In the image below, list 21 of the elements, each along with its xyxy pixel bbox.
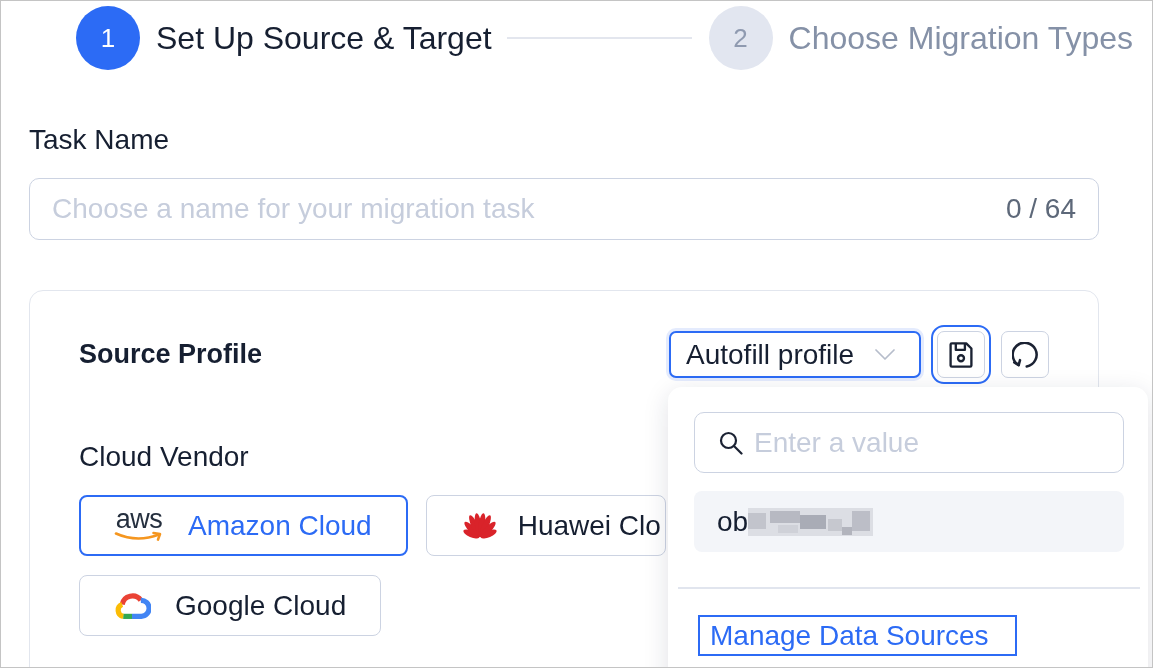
field-label: Cloud Vendor [79, 440, 249, 474]
search-input[interactable]: Enter a value [694, 412, 1124, 473]
step-indicator: 1 [76, 6, 140, 70]
autofill-profile-select[interactable]: Autofill profile [669, 331, 921, 378]
refresh-button[interactable] [1001, 331, 1049, 378]
section-title: Source Profile [79, 339, 263, 370]
vendor-option[interactable]: aws Amazon Cloud [79, 495, 408, 556]
step-label: Set Up Source & Target [156, 19, 492, 57]
vendor-option[interactable]: Huawei Clo [425, 495, 666, 556]
field-label: Task Name [29, 123, 170, 157]
circular-arrow-icon [1012, 341, 1038, 368]
search-icon [719, 430, 743, 455]
manage-data-sources-link[interactable]: Manage Data Sources [698, 614, 1017, 656]
step-label: Choose Migration Types [788, 19, 1134, 57]
chevron-down-icon [875, 349, 895, 360]
cloud-icon [113, 591, 151, 620]
character-counter: 0 / 64 [1005, 192, 1076, 226]
profile-option[interactable]: ob [694, 491, 1124, 552]
vendor-option[interactable]: Google Cloud [79, 575, 382, 636]
vendor-logo: aws [114, 508, 164, 543]
step-indicator: 2 [708, 6, 773, 70]
